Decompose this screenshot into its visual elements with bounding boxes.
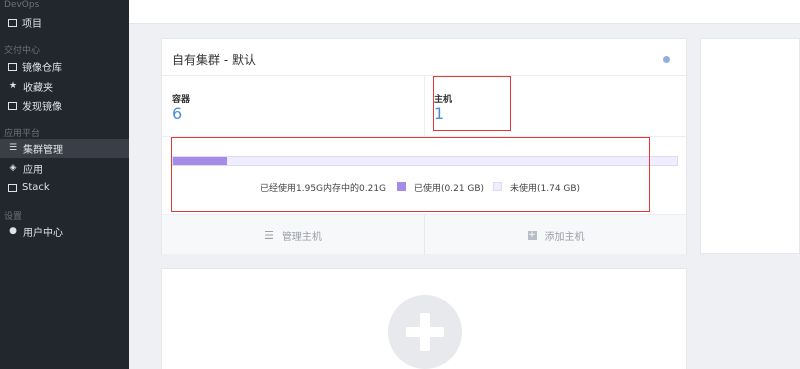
add-host-button[interactable]: + 添加主机 xyxy=(425,215,687,255)
star-icon: ★ xyxy=(8,81,18,91)
sidebar-item-label: 用户中心 xyxy=(23,228,63,239)
cluster-card: 自有集群 - 默认 容器 6 主机 1 已经使用1.95G内存中的0.21G 已… xyxy=(161,38,687,255)
section-title-app-platform: 应用平台 xyxy=(4,129,41,139)
add-box-icon: + xyxy=(527,229,537,240)
section-title-delivery: 交付中心 xyxy=(4,46,41,56)
sidebar-item-apps[interactable]: ◈ 应用 xyxy=(0,159,129,178)
window-icon xyxy=(8,101,17,110)
sidebar-item-projects[interactable]: 项目 xyxy=(0,13,129,32)
add-cluster-card[interactable] xyxy=(161,268,687,369)
sidebar-item-label: 发现镜像 xyxy=(22,102,62,113)
sidebar-item-user-center[interactable]: ● 用户中心 xyxy=(0,222,129,241)
sidebar-item-label: 项目 xyxy=(22,19,42,30)
sidebar-item-discover-images[interactable]: 发现镜像 xyxy=(0,96,129,115)
section-title-settings: 设置 xyxy=(4,212,23,222)
user-icon: ● xyxy=(9,226,17,236)
sidebar-item-favorites[interactable]: ★ 收藏夹 xyxy=(0,77,129,96)
hosts-count[interactable]: 1 xyxy=(434,104,444,123)
divider xyxy=(162,136,686,137)
cluster-card-header: 自有集群 - 默认 xyxy=(162,39,686,75)
stack-icon xyxy=(8,183,17,192)
sidebar-item-cluster-management[interactable]: ☰ 集群管理 xyxy=(0,139,129,158)
layers-icon: ◈ xyxy=(9,163,17,173)
manage-hosts-label: 管理主机 xyxy=(281,231,322,243)
memory-usage-bar xyxy=(172,156,678,166)
server-icon: ☰ xyxy=(8,143,18,153)
sidebar-item-label: 集群管理 xyxy=(23,145,63,156)
section-title-devops: DevOps xyxy=(4,0,40,10)
manage-hosts-button[interactable]: ☰ 管理主机 xyxy=(162,215,424,255)
divider xyxy=(424,76,425,136)
top-bar xyxy=(129,0,800,24)
cluster-title: 自有集群 - 默认 xyxy=(172,53,256,67)
server-icon: ☰ xyxy=(264,228,274,242)
disk-icon xyxy=(8,62,17,71)
sidebar-item-label: 镜像仓库 xyxy=(22,63,62,74)
sidebar-item-label: 收藏夹 xyxy=(23,83,53,94)
used-legend-swatch xyxy=(397,182,406,191)
calendar-icon xyxy=(8,18,17,27)
memory-usage-summary: 已经使用1.95G内存中的0.21G xyxy=(260,184,387,194)
memory-usage-fill xyxy=(173,157,228,165)
unused-legend-swatch xyxy=(493,182,502,191)
status-dot-icon xyxy=(663,56,670,63)
sidebar-item-stack[interactable]: Stack xyxy=(0,178,129,197)
side-card xyxy=(700,38,800,254)
containers-count[interactable]: 6 xyxy=(172,104,182,123)
sidebar: DevOps 项目 交付中心 镜像仓库 ★ 收藏夹 发现镜像 应用平台 ☰ 集群… xyxy=(0,0,129,369)
sidebar-item-label: Stack xyxy=(22,182,50,193)
sidebar-item-label: 应用 xyxy=(23,165,43,176)
plus-icon[interactable] xyxy=(388,295,462,369)
add-host-label: 添加主机 xyxy=(544,231,585,243)
unused-legend-label: 未使用(1.74 GB) xyxy=(510,184,581,194)
cluster-actions: ☰ 管理主机 + 添加主机 xyxy=(162,214,687,255)
used-legend-label: 已使用(0.21 GB) xyxy=(414,184,485,194)
sidebar-item-image-registry[interactable]: 镜像仓库 xyxy=(0,57,129,76)
